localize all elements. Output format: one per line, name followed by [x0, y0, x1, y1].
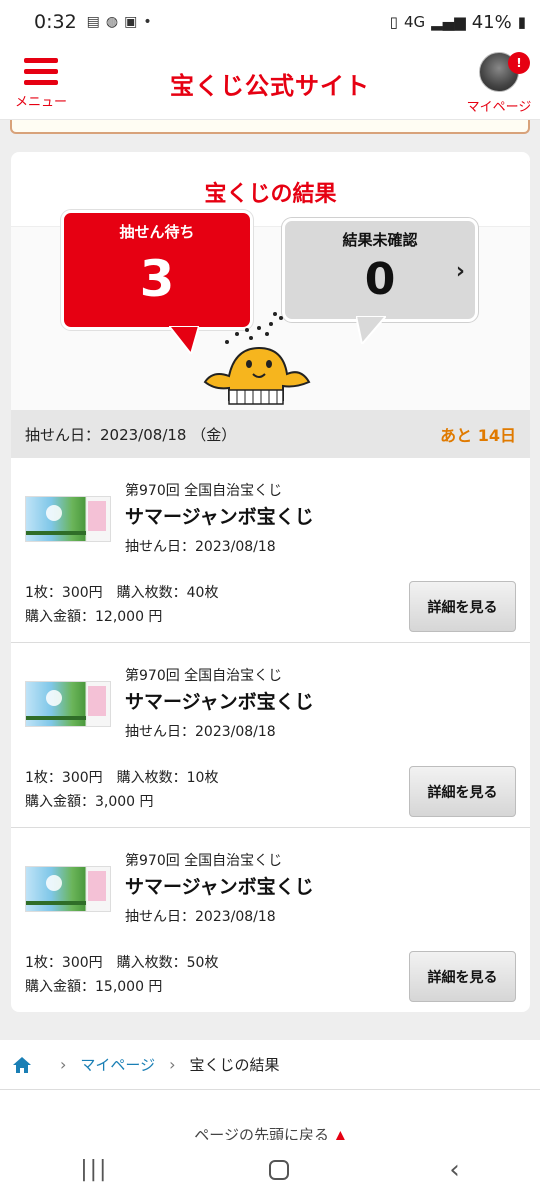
- status-bar: 0:32 ▤ ◍ ▣ • ▯ 4G ▂▄▆ 41% ▮: [0, 0, 540, 44]
- unchecked-label: 結果未確認: [342, 231, 418, 249]
- unchecked-bubble-tail: [356, 316, 386, 344]
- chevron-right-icon: ›: [169, 1055, 176, 1074]
- chevron-right-icon: ›: [60, 1055, 67, 1074]
- breadcrumb: › マイページ › 宝くじの結果: [0, 1040, 540, 1090]
- mascot-icon: [203, 312, 311, 405]
- results-card: 宝くじの結果 抽せん待ち 3 結果未確認 0 › 抽せん日：2023/08/18…: [11, 152, 530, 1012]
- lottery-name: サマージャンボ宝くじ: [125, 876, 314, 898]
- lottery-draw-date: 抽せん日：2023/08/18: [125, 724, 276, 740]
- content-area: 宝くじの結果 抽せん待ち 3 結果未確認 0 › 抽せん日：2023/08/18…: [0, 120, 540, 1040]
- previous-panel-edge: [10, 120, 530, 134]
- more-dot-icon: •: [143, 14, 152, 30]
- battery-percent: 41%: [471, 11, 512, 33]
- notification-icon: ▤: [86, 14, 100, 30]
- ticket-thumbnail: [25, 496, 111, 542]
- chevron-right-icon: ›: [455, 259, 465, 284]
- home-icon[interactable]: [12, 1055, 32, 1075]
- battery-saver-icon: ▯: [389, 13, 398, 31]
- purchase-amount: 購入金額：12,000 円: [25, 609, 163, 625]
- home-button-icon[interactable]: [268, 1159, 289, 1180]
- mypage-button[interactable]: ! マイページ: [466, 52, 532, 118]
- lottery-item: 第970回 全国自治宝くじ サマージャンボ宝くじ 抽せん日：2023/08/18…: [11, 828, 530, 1012]
- draw-date-bar: 抽せん日：2023/08/18 （金） あと 14日: [11, 410, 530, 458]
- breadcrumb-mypage[interactable]: マイページ: [80, 1054, 155, 1075]
- view-details-button[interactable]: 詳細を見る: [409, 581, 516, 632]
- results-title: 宝くじの結果: [204, 182, 337, 207]
- lottery-round: 第970回 全国自治宝くじ: [125, 668, 283, 684]
- ticket-thumbnail: [25, 681, 111, 727]
- price-and-quantity: 1枚：300円 購入枚数：40枚: [25, 585, 219, 601]
- lottery-item: 第970回 全国自治宝くじ サマージャンボ宝くじ 抽せん日：2023/08/18…: [11, 458, 530, 643]
- network-type: 4G: [403, 13, 426, 31]
- draw-date-label: 抽せん日：2023/08/18 （金）: [25, 425, 237, 444]
- waiting-bubble-tail: [169, 326, 199, 354]
- site-logo[interactable]: 宝くじ公式サイト: [0, 66, 540, 101]
- breadcrumb-current: 宝くじの結果: [189, 1056, 280, 1074]
- messenger-icon: ◍: [105, 14, 119, 30]
- lottery-round: 第970回 全国自治宝くじ: [125, 853, 283, 869]
- lottery-name: サマージャンボ宝くじ: [125, 691, 314, 713]
- unchecked-bubble[interactable]: 結果未確認 0 ›: [282, 218, 478, 322]
- mypage-label: マイページ: [466, 100, 532, 115]
- system-nav-bar: ||| ‹: [0, 1140, 540, 1199]
- site-header: メニュー 宝くじ公式サイト ! マイページ: [0, 44, 540, 120]
- status-time: 0:32: [34, 11, 77, 33]
- battery-icon: ▮: [517, 13, 526, 31]
- purchase-amount: 購入金額：3,000 円: [25, 794, 154, 810]
- status-right: ▯ 4G ▂▄▆ 41% ▮: [390, 12, 526, 33]
- lottery-draw-date: 抽せん日：2023/08/18: [125, 909, 276, 925]
- purchase-amount: 購入金額：15,000 円: [25, 979, 163, 995]
- pay-icon: ▣: [124, 14, 138, 30]
- ticket-thumbnail: [25, 866, 111, 912]
- view-details-button[interactable]: 詳細を見る: [409, 951, 516, 1002]
- waiting-count: 3: [139, 250, 175, 308]
- back-icon[interactable]: ‹: [449, 1155, 459, 1185]
- lottery-item: 第970回 全国自治宝くじ サマージャンボ宝くじ 抽せん日：2023/08/18…: [11, 643, 530, 828]
- price-and-quantity: 1枚：300円 購入枚数：10枚: [25, 770, 219, 786]
- signal-icon: ▂▄▆: [431, 13, 466, 31]
- waiting-label: 抽せん待ち: [119, 223, 195, 241]
- days-left: あと 14日: [440, 426, 516, 445]
- unchecked-count: 0: [364, 254, 396, 305]
- lottery-name: サマージャンボ宝くじ: [125, 506, 314, 528]
- lottery-draw-date: 抽せん日：2023/08/18: [125, 539, 276, 555]
- price-and-quantity: 1枚：300円 購入枚数：50枚: [25, 955, 219, 971]
- view-details-button[interactable]: 詳細を見る: [409, 766, 516, 817]
- lottery-round: 第970回 全国自治宝くじ: [125, 483, 283, 499]
- notification-badge: !: [508, 52, 530, 74]
- recent-apps-icon[interactable]: |||: [80, 1157, 108, 1182]
